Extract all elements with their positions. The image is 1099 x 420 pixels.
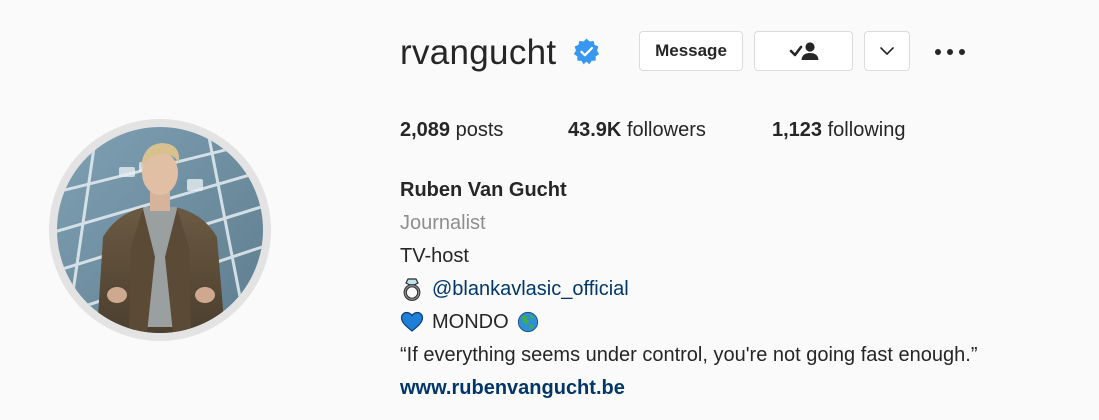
message-button[interactable]: Message: [639, 31, 743, 71]
blue-heart-emoji-icon: [400, 311, 424, 332]
ring-emoji-icon: [403, 278, 421, 301]
username: rvangucht: [400, 33, 557, 72]
posts-count: 2,089: [400, 119, 451, 141]
stat-following[interactable]: 1,123 following: [772, 117, 905, 143]
avatar[interactable]: [57, 127, 263, 333]
stat-posts: 2,089 posts: [400, 117, 503, 143]
posts-label: posts: [455, 119, 504, 141]
following-check-person-icon: [789, 42, 818, 60]
mention-link[interactable]: @blankavlasic_official: [432, 276, 629, 302]
following-button[interactable]: [754, 31, 853, 71]
stat-followers[interactable]: 43.9K followers: [568, 117, 706, 143]
bio-mondo-text: MONDO: [432, 311, 509, 333]
bio-line-4: “If everything seems under control, you'…: [400, 344, 978, 366]
website-link[interactable]: www.rubenvangucht.be: [400, 375, 625, 401]
followers-label: followers: [626, 119, 706, 141]
profile-page: rvangucht Message 2,089 posts 43.9K foll…: [0, 0, 1099, 420]
more-options-icon[interactable]: [932, 40, 968, 64]
bio-line-2: @blankavlasic_official: [400, 276, 629, 302]
suggested-dropdown-button[interactable]: [864, 31, 910, 71]
chevron-down-icon: [880, 46, 894, 55]
bio-line-3: MONDO: [400, 309, 539, 335]
followers-count: 43.9K: [568, 119, 622, 141]
category-label: Journalist: [400, 212, 486, 234]
verified-badge-icon: [573, 38, 600, 65]
avatar-photo: [57, 127, 263, 333]
bio-line-1: TV-host: [400, 245, 469, 267]
full-name: Ruben Van Gucht: [400, 179, 567, 201]
following-count: 1,123: [772, 119, 823, 141]
following-label: following: [827, 119, 906, 141]
globe-emoji-icon: [517, 311, 538, 333]
